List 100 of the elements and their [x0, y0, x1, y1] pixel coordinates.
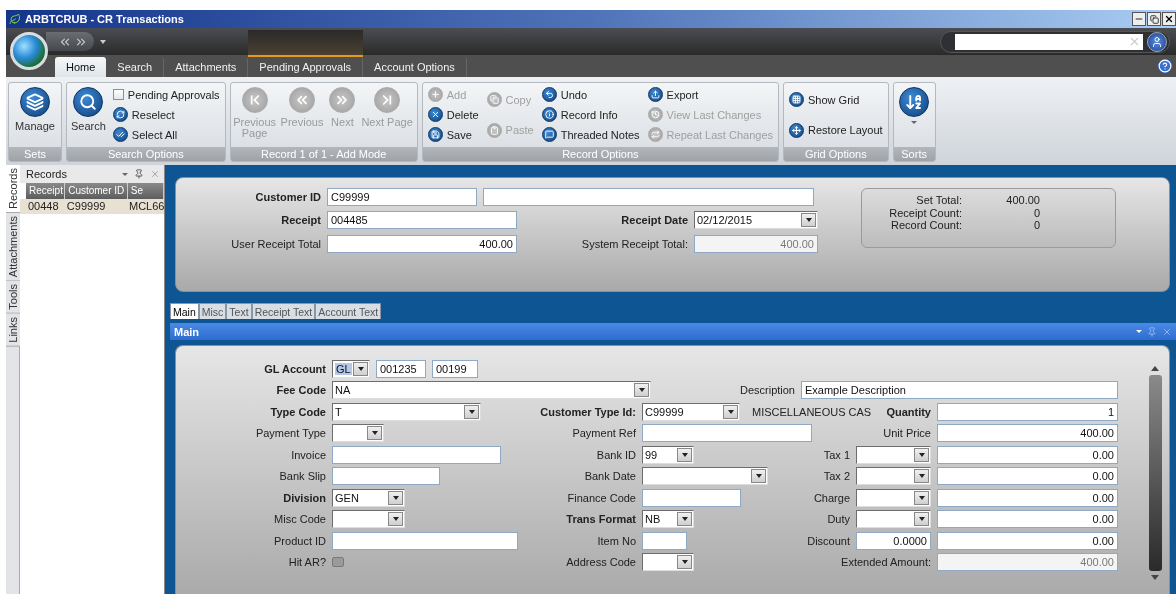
delete-icon: [427, 107, 443, 122]
checkbox[interactable]: [112, 89, 124, 100]
checkbox-label: Pending Approvals: [127, 88, 220, 101]
ribbon-button[interactable]: Show Grid: [787, 90, 885, 110]
text-field[interactable]: 400.00: [327, 234, 517, 253]
table-cell-text: MCL66: [128, 199, 164, 214]
caret-icon: [911, 121, 918, 124]
dropdown-field[interactable]: [642, 467, 768, 486]
ribbon-button[interactable]: Reselect: [110, 105, 222, 124]
field-label: Discount: [807, 534, 850, 547]
field-label: Invoice: [290, 448, 326, 461]
person-button[interactable]: [1147, 31, 1167, 52]
scroll-thumb[interactable]: [1148, 375, 1162, 571]
ribbon-button[interactable]: Save: [425, 125, 481, 144]
checkbox-option[interactable]: Pending Approvals: [110, 85, 222, 104]
text-field[interactable]: 0.00: [937, 531, 1118, 550]
text-field[interactable]: 0.00: [937, 510, 1118, 529]
refresh-icon: [112, 107, 128, 122]
dropdown-field[interactable]: C99999: [642, 402, 740, 421]
text-field[interactable]: 0.00: [937, 488, 1118, 507]
side-tab[interactable]: Records: [6, 165, 20, 213]
ribbon-button[interactable]: Record Info: [539, 105, 642, 124]
form-tab[interactable]: Text: [226, 303, 252, 319]
text-field[interactable]: 400.00: [937, 424, 1118, 443]
close-button[interactable]: [1162, 12, 1176, 26]
dropdown-field[interactable]: [856, 488, 931, 507]
sort-icon: [899, 87, 930, 117]
text-field[interactable]: [483, 187, 814, 206]
text-field[interactable]: 0.00: [937, 467, 1118, 486]
summary-label: Set Total:: [915, 194, 962, 207]
text-field[interactable]: [642, 531, 687, 550]
dropdown-field[interactable]: [856, 445, 931, 464]
column-header[interactable]: Receipt: [26, 183, 66, 199]
group-label: Record Options: [422, 147, 778, 161]
dropdown-field[interactable]: [856, 467, 931, 486]
help-icon[interactable]: [1158, 59, 1172, 73]
search-field[interactable]: [955, 33, 1143, 50]
minimize-button[interactable]: [1132, 12, 1146, 26]
field-label: Payment Type: [254, 427, 326, 440]
table-row[interactable]: 00448 C99999 MCL66: [20, 199, 164, 214]
grid-icon: [789, 92, 804, 108]
field-label: Tax 1: [823, 448, 850, 461]
column-header[interactable]: Se: [127, 183, 164, 199]
scroll-down-icon[interactable]: [1151, 575, 1159, 580]
form-tab[interactable]: Misc: [198, 303, 227, 319]
dropdown-field[interactable]: [332, 510, 405, 529]
text-field[interactable]: 00199: [432, 359, 478, 378]
text-field[interactable]: [332, 467, 440, 486]
dropdown-field[interactable]: T: [332, 402, 481, 421]
field-label: User Receipt Total: [230, 237, 321, 250]
text-field[interactable]: 0.00: [937, 445, 1118, 464]
side-tab[interactable]: Links: [6, 313, 20, 347]
form-tab[interactable]: Main: [170, 303, 199, 319]
text-field[interactable]: 0.0000: [856, 531, 931, 550]
customize-caret-icon[interactable]: [100, 39, 106, 44]
dropdown-field[interactable]: [856, 510, 931, 529]
field-label: Bank Slip: [278, 470, 326, 483]
ribbon-button[interactable]: Threaded Notes: [539, 125, 642, 144]
text-field[interactable]: [642, 424, 812, 443]
field-label: Payment Ref: [571, 427, 636, 440]
form-tab[interactable]: Receipt Text: [251, 303, 316, 319]
text-field[interactable]: 1: [937, 402, 1118, 421]
ribbon-button[interactable]: Delete: [425, 105, 481, 124]
ribbon-button[interactable]: Search: [70, 85, 107, 145]
dropdown-field[interactable]: 99: [642, 445, 694, 464]
dropdown-field[interactable]: [332, 424, 384, 443]
text-field[interactable]: [332, 531, 518, 550]
form-tab[interactable]: Account Text: [315, 303, 382, 319]
text-field[interactable]: 004485: [327, 211, 517, 230]
summary-value: 0: [1032, 219, 1040, 232]
dropdown-field[interactable]: NA: [332, 381, 651, 400]
text-field[interactable]: C99999: [327, 187, 477, 206]
ribbon-button[interactable]: Manage: [14, 85, 56, 145]
ribbon-button[interactable]: Undo: [539, 85, 642, 104]
ribbon-button[interactable]: Export: [645, 85, 775, 104]
side-tab[interactable]: Tools: [6, 281, 20, 314]
dropdown-field[interactable]: [642, 553, 694, 572]
field-label: System Receipt Total:: [580, 237, 688, 250]
field-label: Bank Date: [583, 470, 636, 483]
text-field[interactable]: [642, 488, 741, 507]
restore-button[interactable]: [1147, 12, 1161, 26]
ribbon-tab[interactable]: Home: [55, 57, 107, 77]
text-field[interactable]: [332, 445, 501, 464]
column-header[interactable]: Customer ID: [65, 183, 128, 199]
globe-logo[interactable]: [10, 32, 48, 70]
ribbon-button[interactable]: Select All: [110, 125, 222, 144]
dropdown-field[interactable]: 02/12/2015: [694, 211, 818, 230]
plus-icon: [427, 87, 443, 102]
caret-icon[interactable]: [122, 172, 128, 176]
field-label: Address Code: [565, 556, 636, 569]
pin-icon[interactable]: [134, 169, 144, 179]
side-tab[interactable]: Attachments: [6, 212, 20, 282]
ribbon-button[interactable]: Restore Layout: [787, 120, 885, 140]
dropdown-field[interactable]: NB: [642, 510, 694, 529]
close-icon: [1164, 14, 1174, 24]
text-field[interactable]: 001235: [376, 359, 426, 378]
text-field[interactable]: Example Description: [801, 381, 1118, 400]
dropdown-field[interactable]: GL: [332, 359, 370, 378]
summary-value: 400.00: [1005, 194, 1040, 207]
dropdown-field[interactable]: GEN: [332, 488, 405, 507]
